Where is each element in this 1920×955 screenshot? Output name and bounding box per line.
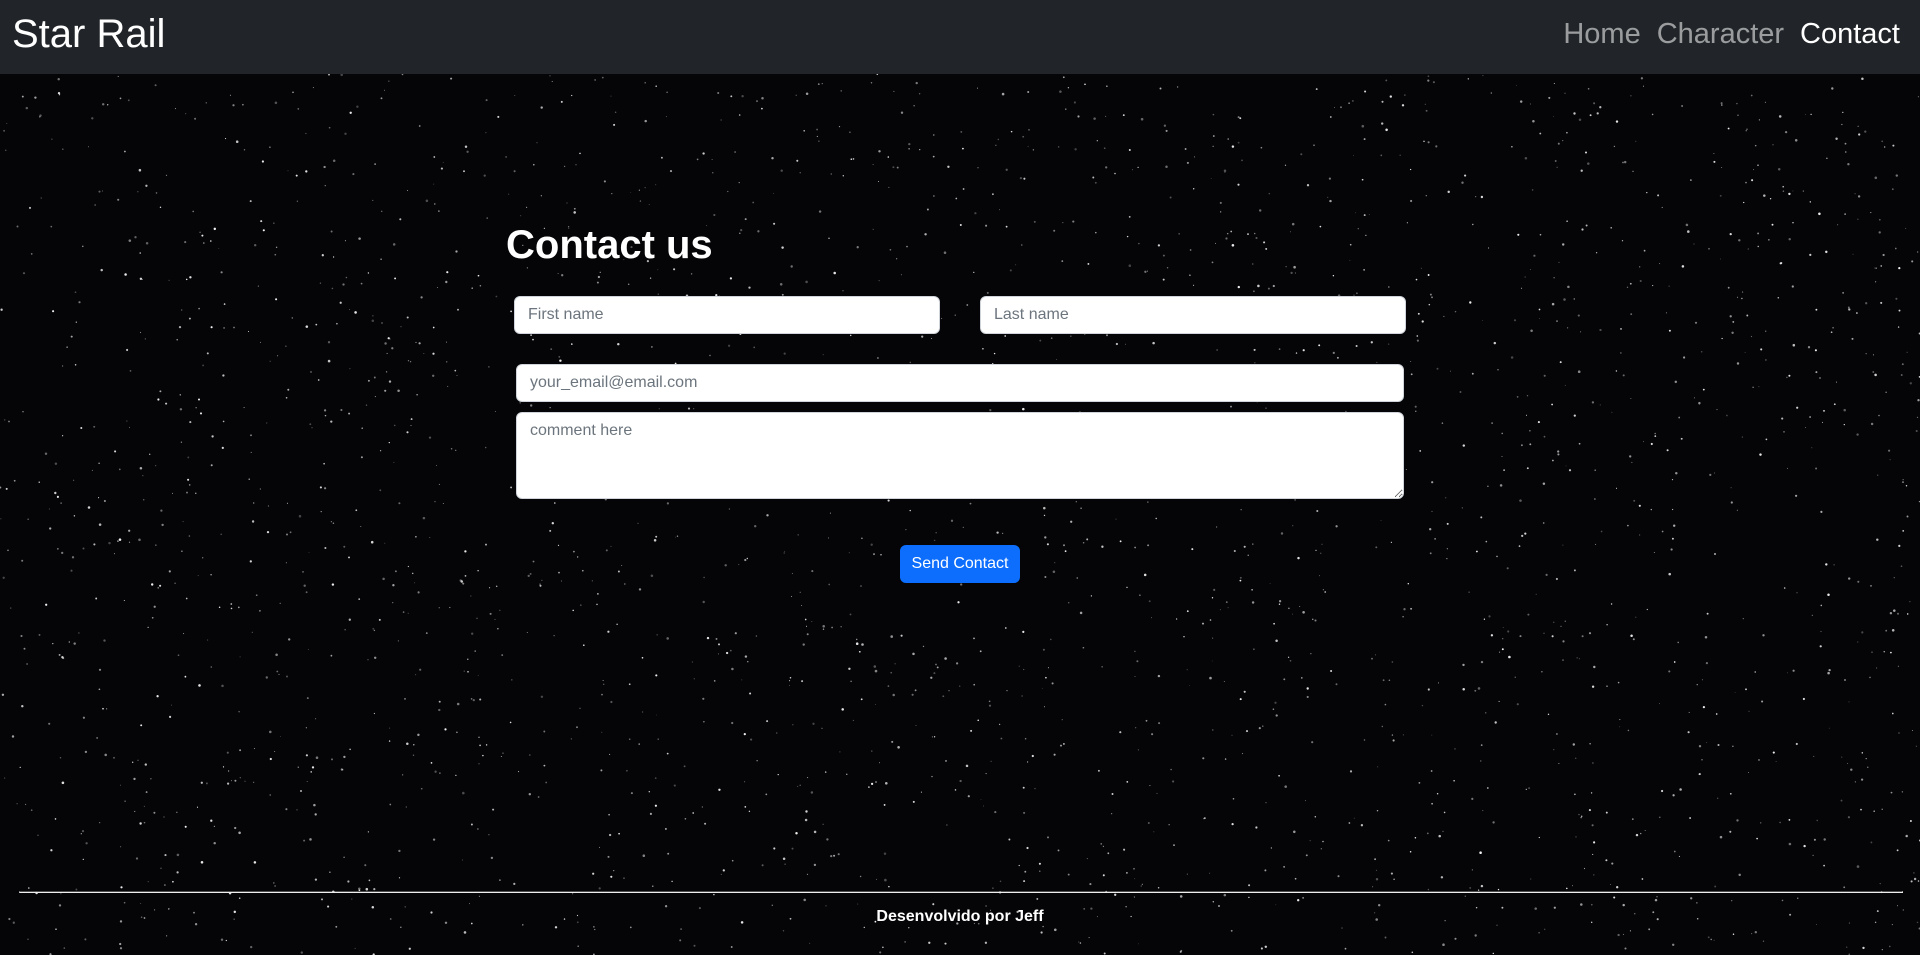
nav-links: Home Character Contact [1563,16,1900,52]
footer-divider [19,891,1903,893]
first-name-field[interactable] [514,296,940,334]
top-navbar: Star Rail Home Character Contact [0,0,1920,74]
nav-link-home[interactable]: Home [1563,16,1640,52]
page-title: Contact us [506,223,713,267]
email-field[interactable] [516,364,1404,402]
contact-section: Contact us Send Contact Desenvolvido por… [0,0,1920,955]
brand-logo[interactable]: Star Rail [12,12,165,56]
comment-textarea[interactable] [516,412,1404,499]
send-contact-button[interactable]: Send Contact [900,545,1020,583]
last-name-field[interactable] [980,296,1406,334]
nav-link-character[interactable]: Character [1657,16,1784,52]
nav-link-contact[interactable]: Contact [1800,16,1900,52]
footer-credit: Desenvolvido por Jeff [876,908,1044,925]
